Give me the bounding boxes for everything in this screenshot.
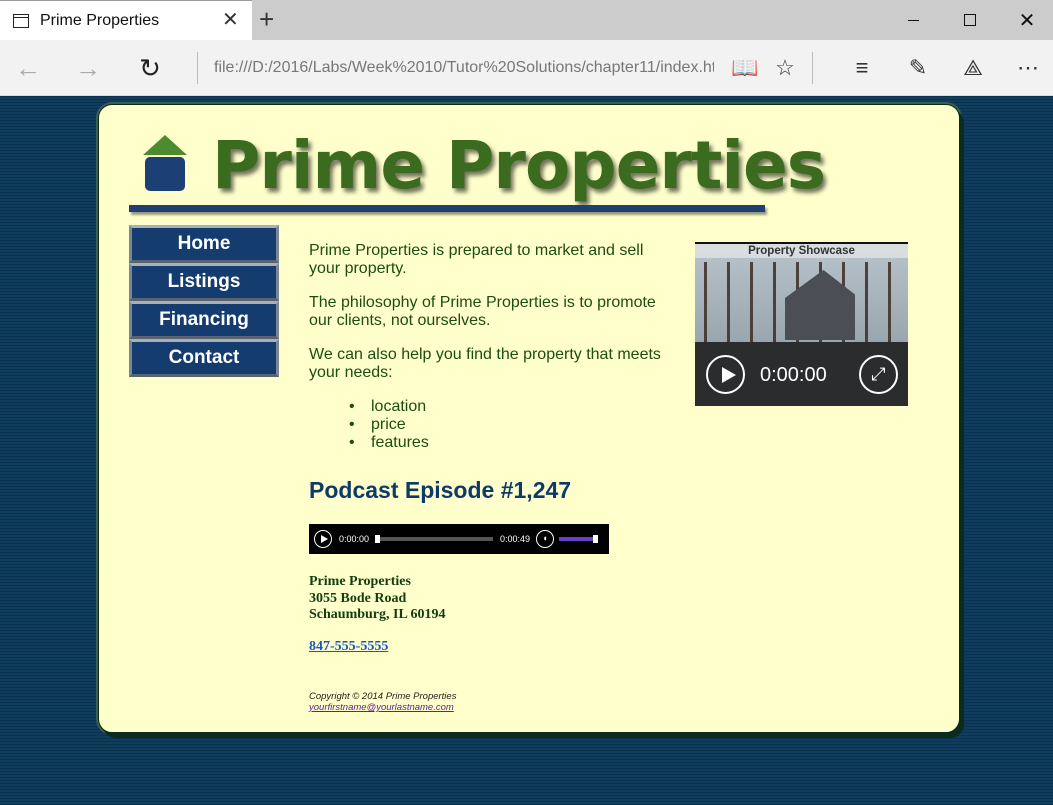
address-street: 3055 Bode Road [309,590,407,606]
more-icon[interactable]: ⋯ [1012,52,1044,84]
reading-view-icon[interactable]: 📖 [729,52,761,84]
close-tab-icon[interactable]: ✕ [222,9,239,31]
audio-seek-thumb[interactable] [375,535,380,543]
address-bar: ← → ↻ file:///D:/2016/Labs/Week%2010/Tut… [0,40,1053,96]
nav-contact[interactable]: Contact [129,339,279,377]
needs-paragraph: We can also help you find the property t… [309,346,661,381]
list-item: price [349,416,669,434]
address-name: Prime Properties [309,574,411,589]
video-play-button[interactable] [706,355,745,394]
toolbar-divider [812,52,813,84]
tab-bar: Prime Properties ✕ + ✕ [0,0,1053,40]
page-icon [13,14,29,28]
main-content: Prime Properties is prepared to market a… [309,242,669,452]
forward-icon[interactable]: → [70,51,106,85]
back-icon[interactable]: ← [10,51,46,85]
audio-play-button[interactable] [314,530,332,548]
phone-link[interactable]: 847-555-5555 [309,639,388,655]
footer: Copyright © 2014 Prime Properties yourfi… [309,691,456,713]
site-logo-text: Prime Properties [212,127,826,204]
nav-listings[interactable]: Listings [129,263,279,301]
video-time: 0:00:00 [760,364,827,386]
nav-home[interactable]: Home [129,225,279,263]
site-nav: Home Listings Financing Contact [129,225,279,377]
volume-slider[interactable] [559,537,597,541]
audio-duration: 0:00:49 [500,534,531,544]
list-item: location [349,398,669,416]
tab-title: Prime Properties [40,12,160,29]
audio-seek-bar[interactable] [375,537,493,541]
share-icon[interactable]: ⟁ [957,52,989,84]
address-city: Schaumburg, IL 60194 [309,607,446,622]
page-container: Prime Properties Home Listings Financing… [98,104,960,733]
nav-financing[interactable]: Financing [129,301,279,339]
web-note-icon[interactable]: ✎ [902,52,934,84]
philosophy-paragraph: The philosophy of Prime Properties is to… [309,294,656,329]
email-link[interactable]: yourfirstname@yourlastname.com [309,702,454,713]
audio-player: 0:00:00 0:00:49 ◖ [309,524,609,554]
audio-current-time: 0:00:00 [339,534,370,544]
video-player[interactable]: Property Showcase 0:00:00 ⤢ [695,242,908,406]
intro-paragraph: Prime Properties is prepared to market a… [309,242,644,277]
maximize-button[interactable] [941,0,999,40]
logo-rule [129,205,765,212]
close-window-button[interactable]: ✕ [998,0,1053,40]
address-block: Prime Properties 3055 Bode Road Schaumbu… [309,574,446,624]
fullscreen-icon[interactable]: ⤢ [859,355,898,394]
list-item: features [349,434,669,452]
url-field[interactable]: file:///D:/2016/Labs/Week%2010/Tutor%20S… [214,59,714,77]
page-viewport: Prime Properties Home Listings Financing… [0,96,1053,805]
toolbar-divider [197,52,198,84]
minimize-button[interactable] [884,0,942,40]
browser-tab[interactable]: Prime Properties ✕ [0,0,252,40]
video-title: Property Showcase [695,242,908,258]
podcast-heading: Podcast Episode #1,247 [309,477,572,503]
new-tab-icon[interactable]: + [259,6,274,32]
favorite-star-icon[interactable]: ☆ [769,52,801,84]
refresh-icon[interactable]: ↻ [132,51,168,85]
hub-icon[interactable]: ≡ [846,52,878,84]
volume-icon[interactable]: ◖ [536,530,554,548]
volume-thumb[interactable] [593,535,599,543]
copyright-text: Copyright © 2014 Prime Properties [309,691,457,702]
needs-list: location price features [349,398,669,452]
house-logo-icon [143,135,187,191]
